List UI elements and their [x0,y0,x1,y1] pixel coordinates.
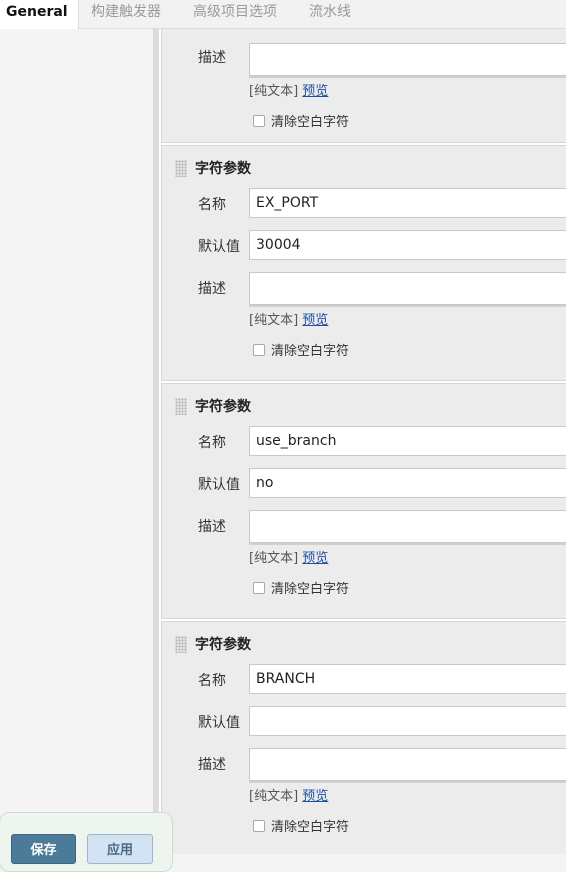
name-input[interactable]: EX_PORT [249,188,566,218]
trim-checkbox[interactable] [253,820,265,832]
drag-handle-icon[interactable] [175,398,187,415]
string-parameter-block: 字符参数 名称 use_branch 默认值 no 描述 [纯文本] 预览 清除… [161,383,566,619]
preview-link[interactable]: 预览 [302,313,328,328]
drag-handle-icon[interactable] [175,160,187,177]
tab-general[interactable]: General [0,0,79,29]
textarea-resize-edge[interactable] [249,543,566,545]
preview-link[interactable]: 预览 [302,84,328,99]
default-value-input[interactable]: 30004 [249,230,566,260]
name-label: 名称 [198,673,226,689]
plain-text-label: [纯文本] [249,789,299,804]
format-row: [纯文本] 预览 [249,547,328,566]
trim-checkbox[interactable] [253,115,265,127]
name-input[interactable]: BRANCH [249,664,566,694]
tab-bar: General 构建触发器 高级项目选项 流水线 [0,0,566,29]
trim-row[interactable]: 清除空白字符 [253,340,349,359]
description-input[interactable] [249,510,566,543]
tab-build-triggers[interactable]: 构建触发器 [91,0,161,28]
config-content: 描述 [纯文本] 预览 清除空白字符 字符参数 名称 EX_PORT 默认值 3… [159,29,566,854]
apply-button[interactable]: 应用 [87,834,153,864]
description-label: 描述 [198,757,226,773]
block-title: 字符参数 [195,637,251,653]
default-value-label: 默认值 [198,239,240,255]
block-title: 字符参数 [195,399,251,415]
format-row: [纯文本] 预览 [249,309,328,328]
drag-handle-icon[interactable] [175,636,187,653]
trim-row[interactable]: 清除空白字符 [253,111,349,130]
trim-label: 清除空白字符 [271,820,350,835]
description-input[interactable] [249,272,566,305]
textarea-resize-edge[interactable] [249,781,566,783]
description-input[interactable] [249,43,566,76]
name-input[interactable]: use_branch [249,426,566,456]
description-label: 描述 [198,519,226,535]
format-row: [纯文本] 预览 [249,785,328,804]
preview-link[interactable]: 预览 [302,551,328,566]
description-input[interactable] [249,748,566,781]
plain-text-label: [纯文本] [249,84,299,99]
description-label: 描述 [198,281,226,297]
plain-text-label: [纯文本] [249,313,299,328]
format-row: [纯文本] 预览 [249,80,328,99]
tab-pipeline[interactable]: 流水线 [309,0,351,28]
save-button[interactable]: 保存 [11,834,76,864]
default-value-label: 默认值 [198,715,240,731]
default-value-input[interactable]: no [249,468,566,498]
default-value-input[interactable] [249,706,566,736]
block-title: 字符参数 [195,161,251,177]
trim-checkbox[interactable] [253,582,265,594]
plain-text-label: [纯文本] [249,551,299,566]
preview-link[interactable]: 预览 [302,789,328,804]
textarea-resize-edge[interactable] [249,305,566,307]
tab-advanced-project-options[interactable]: 高级项目选项 [193,0,277,28]
textarea-resize-edge[interactable] [249,76,566,78]
name-label: 名称 [198,197,226,213]
string-parameter-block: 字符参数 名称 BRANCH 默认值 描述 [纯文本] 预览 清除空白字符 [161,621,566,854]
left-pane [0,29,153,854]
trim-label: 清除空白字符 [271,582,350,597]
default-value-label: 默认值 [198,477,240,493]
name-label: 名称 [198,435,226,451]
trim-label: 清除空白字符 [271,115,350,130]
trim-checkbox[interactable] [253,344,265,356]
string-parameter-block: 字符参数 名称 EX_PORT 默认值 30004 描述 [纯文本] 预览 清除… [161,145,566,381]
trim-row[interactable]: 清除空白字符 [253,578,349,597]
trim-label: 清除空白字符 [271,344,350,359]
trim-row[interactable]: 清除空白字符 [253,816,349,835]
string-parameter-block: 描述 [纯文本] 预览 清除空白字符 [161,29,566,143]
description-label: 描述 [198,50,226,66]
